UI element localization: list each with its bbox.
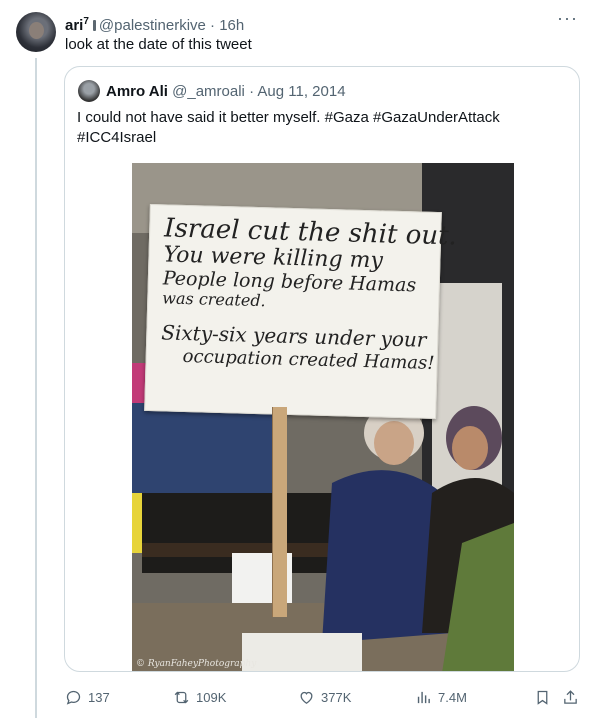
more-options-icon[interactable]: ··· xyxy=(557,8,578,29)
tweet-time[interactable]: 16h xyxy=(219,17,244,34)
avatar[interactable] xyxy=(16,12,56,52)
sign-stick xyxy=(272,407,287,617)
quoted-author-name[interactable]: Amro Ali xyxy=(106,83,168,100)
quoted-header: Amro Ali @_amroali · Aug 11, 2014 xyxy=(106,82,346,102)
quoted-date[interactable]: Aug 11, 2014 xyxy=(257,83,345,100)
protest-sign: Israel cut the shit out. You were killin… xyxy=(144,203,457,420)
tweet-header: ari7 @palestinerkive · 16h xyxy=(65,12,244,36)
views-count: 7.4M xyxy=(438,689,467,705)
share-button[interactable] xyxy=(562,686,579,708)
repost-button[interactable]: 109K xyxy=(173,686,226,708)
views-button[interactable]: 7.4M xyxy=(415,686,467,708)
reply-icon xyxy=(66,690,81,705)
reply-button[interactable]: 137 xyxy=(65,686,110,708)
bookmark-button[interactable] xyxy=(534,686,551,708)
like-button[interactable]: 377K xyxy=(298,686,351,708)
repost-count: 109K xyxy=(196,689,227,705)
quoted-avatar[interactable] xyxy=(78,80,100,102)
quoted-text-line-2: #ICC4Israel xyxy=(77,129,157,146)
heart-icon xyxy=(300,691,313,704)
quoted-tweet[interactable]: Amro Ali @_amroali · Aug 11, 2014 I coul… xyxy=(64,66,580,672)
quoted-separator: · xyxy=(249,83,255,100)
views-chart-icon xyxy=(417,691,430,703)
quoted-text-line-1: I could not have said it better myself. … xyxy=(77,109,500,126)
author-handle[interactable]: @palestinerkive xyxy=(99,17,206,34)
header-separator: · xyxy=(210,17,216,34)
author-name[interactable]: ari7 xyxy=(65,16,89,34)
verified-flag-icon xyxy=(92,20,96,31)
like-count: 377K xyxy=(321,689,352,705)
thread-line xyxy=(35,58,37,718)
bookmark-icon xyxy=(537,690,548,705)
quoted-text: I could not have said it better myself. … xyxy=(77,108,567,148)
repost-icon xyxy=(174,691,189,703)
quoted-photo[interactable]: Israel cut the shit out. You were killin… xyxy=(132,163,514,671)
author-name-superscript: 7 xyxy=(83,16,89,27)
action-bar: 137 109K 377K 7.4M xyxy=(65,686,585,708)
photo-credit: © RyanFaheyPhotography xyxy=(136,659,257,669)
quoted-handle[interactable]: @_amroali xyxy=(172,83,245,100)
share-icon xyxy=(564,689,577,704)
reply-count: 137 xyxy=(88,689,110,705)
tweet-text: look at the date of this tweet xyxy=(65,36,252,53)
